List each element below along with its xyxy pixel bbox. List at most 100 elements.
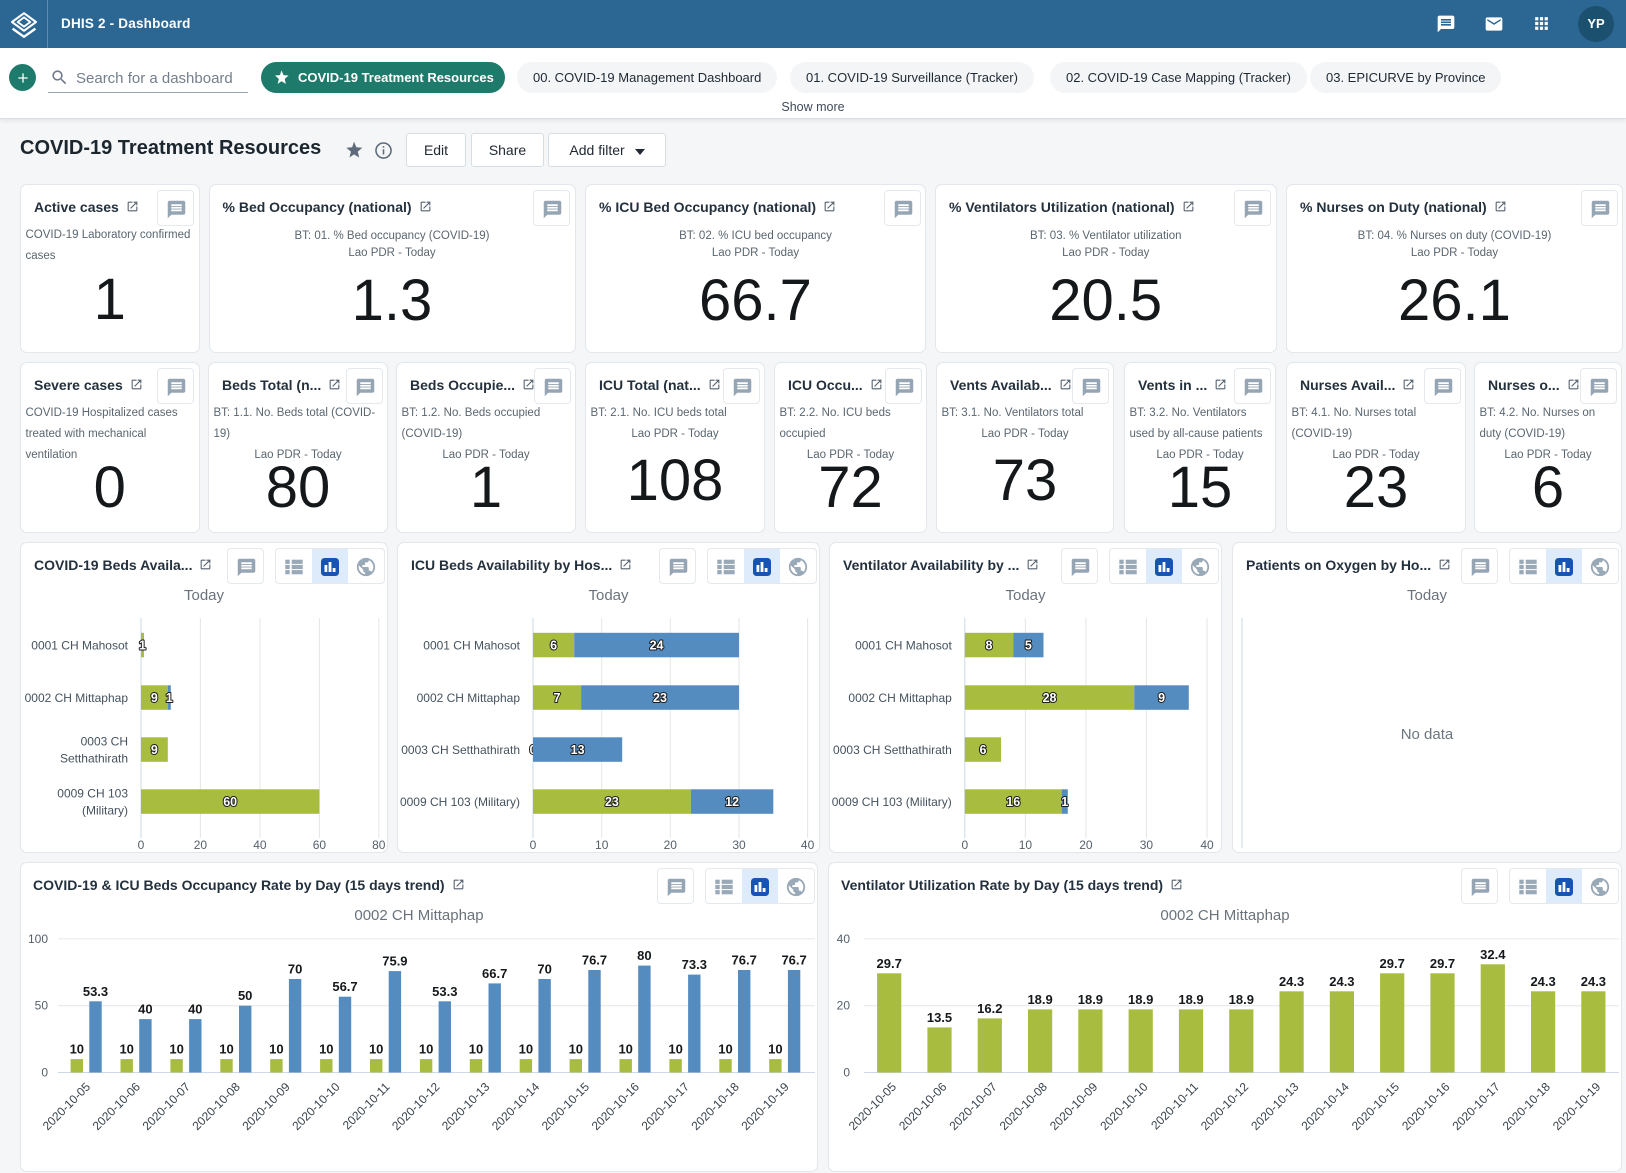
svg-text:18.9: 18.9 [1229,992,1254,1007]
svg-text:0: 0 [41,1066,48,1080]
svg-text:2020-10-05: 2020-10-05 [40,1079,94,1133]
svg-text:2020-10-17: 2020-10-17 [1449,1079,1503,1133]
svg-text:76.7: 76.7 [732,953,757,968]
svg-text:24.3: 24.3 [1581,974,1606,989]
svg-text:60: 60 [313,838,327,852]
svg-text:2020-10-07: 2020-10-07 [946,1079,1000,1133]
svg-text:2020-10-19: 2020-10-19 [1550,1079,1604,1133]
svg-text:0: 0 [530,838,537,852]
svg-text:10: 10 [319,1042,333,1057]
svg-text:16: 16 [1006,795,1020,809]
svg-text:10: 10 [768,1042,782,1057]
svg-text:9: 9 [1158,691,1165,705]
svg-text:70: 70 [537,962,551,977]
svg-text:9: 9 [151,743,158,757]
svg-text:75.9: 75.9 [382,954,407,969]
svg-text:2020-10-14: 2020-10-14 [489,1079,543,1133]
svg-text:2020-10-18: 2020-10-18 [689,1079,743,1133]
svg-text:2020-10-10: 2020-10-10 [289,1079,343,1133]
svg-text:0003 CH Setthathirath: 0003 CH Setthathirath [833,743,952,757]
svg-text:40: 40 [837,932,851,946]
svg-text:24.3: 24.3 [1329,974,1354,989]
svg-text:0009 CH 103 (Military): 0009 CH 103 (Military) [400,795,520,809]
svg-text:2020-10-18: 2020-10-18 [1500,1079,1554,1133]
svg-text:18.9: 18.9 [1078,992,1103,1007]
svg-text:2020-10-11: 2020-10-11 [1148,1079,1201,1132]
svg-text:2020-10-13: 2020-10-13 [439,1079,493,1133]
svg-text:24: 24 [650,639,664,653]
svg-text:12: 12 [725,795,739,809]
svg-text:10: 10 [519,1042,533,1057]
svg-text:2020-10-12: 2020-10-12 [1198,1079,1252,1133]
svg-text:28: 28 [1043,691,1057,705]
svg-text:53.3: 53.3 [432,984,457,999]
svg-text:40: 40 [1200,838,1214,852]
svg-text:1: 1 [1061,795,1068,809]
svg-text:2020-10-15: 2020-10-15 [1349,1079,1403,1133]
svg-text:23: 23 [653,691,667,705]
svg-text:18.9: 18.9 [1128,992,1153,1007]
svg-text:2020-10-06: 2020-10-06 [90,1079,144,1133]
svg-text:0001 CH Mahosot: 0001 CH Mahosot [31,639,128,653]
svg-text:13: 13 [571,743,585,757]
svg-text:6: 6 [550,639,557,653]
svg-text:2020-10-09: 2020-10-09 [239,1079,293,1133]
svg-text:2020-10-05: 2020-10-05 [846,1079,900,1133]
svg-text:2020-10-09: 2020-10-09 [1047,1079,1101,1133]
svg-text:23: 23 [605,795,619,809]
svg-text:10: 10 [369,1042,383,1057]
svg-text:40: 40 [253,838,267,852]
svg-text:0002 CH Mittaphap: 0002 CH Mittaphap [417,691,521,705]
svg-text:20: 20 [837,999,851,1013]
svg-text:53.3: 53.3 [83,984,108,999]
svg-text:2020-10-16: 2020-10-16 [589,1079,643,1133]
svg-text:20: 20 [664,838,678,852]
svg-text:66.7: 66.7 [482,966,507,981]
svg-text:2020-10-10: 2020-10-10 [1097,1079,1151,1133]
svg-text:0001 CH Mahosot: 0001 CH Mahosot [423,639,520,653]
svg-text:30: 30 [732,838,746,852]
svg-text:1: 1 [166,691,173,705]
svg-text:24.3: 24.3 [1530,974,1555,989]
svg-text:50: 50 [238,988,252,1003]
svg-text:10: 10 [469,1042,483,1057]
svg-text:20: 20 [1079,838,1093,852]
svg-text:8: 8 [986,639,993,653]
svg-text:24.3: 24.3 [1279,974,1304,989]
svg-text:80: 80 [637,948,651,963]
svg-text:2020-10-17: 2020-10-17 [639,1079,693,1133]
svg-text:2020-10-16: 2020-10-16 [1399,1079,1453,1133]
svg-text:10: 10 [1019,838,1033,852]
svg-text:2020-10-12: 2020-10-12 [389,1079,443,1133]
svg-text:2020-10-07: 2020-10-07 [140,1079,194,1133]
svg-text:60: 60 [223,795,237,809]
svg-text:10: 10 [668,1042,682,1057]
svg-text:5: 5 [1025,639,1032,653]
svg-text:10: 10 [269,1042,283,1057]
svg-text:10: 10 [618,1042,632,1057]
svg-text:32.4: 32.4 [1480,947,1506,962]
svg-text:2020-10-19: 2020-10-19 [738,1079,792,1133]
svg-text:2020-10-08: 2020-10-08 [190,1079,244,1133]
svg-text:30: 30 [1140,838,1154,852]
svg-text:2020-10-15: 2020-10-15 [539,1079,593,1133]
svg-text:0: 0 [138,838,145,852]
svg-text:20: 20 [194,838,208,852]
svg-text:0002 CH Mittaphap: 0002 CH Mittaphap [848,691,952,705]
svg-text:0009 CH 103 (Military): 0009 CH 103 (Military) [832,795,952,809]
svg-text:40: 40 [801,838,815,852]
svg-text:40: 40 [188,1002,202,1017]
svg-text:13.5: 13.5 [927,1010,952,1025]
svg-text:29.7: 29.7 [877,956,902,971]
svg-text:10: 10 [219,1042,233,1057]
svg-text:80: 80 [372,838,386,852]
svg-text:0: 0 [843,1066,850,1080]
svg-text:10: 10 [595,838,609,852]
svg-text:50: 50 [35,999,49,1013]
svg-text:18.9: 18.9 [1178,992,1203,1007]
svg-text:6: 6 [979,743,986,757]
svg-text:2020-10-13: 2020-10-13 [1248,1079,1302,1133]
svg-text:73.3: 73.3 [682,957,707,972]
svg-text:10: 10 [70,1042,84,1057]
svg-text:2020-10-11: 2020-10-11 [340,1079,393,1132]
